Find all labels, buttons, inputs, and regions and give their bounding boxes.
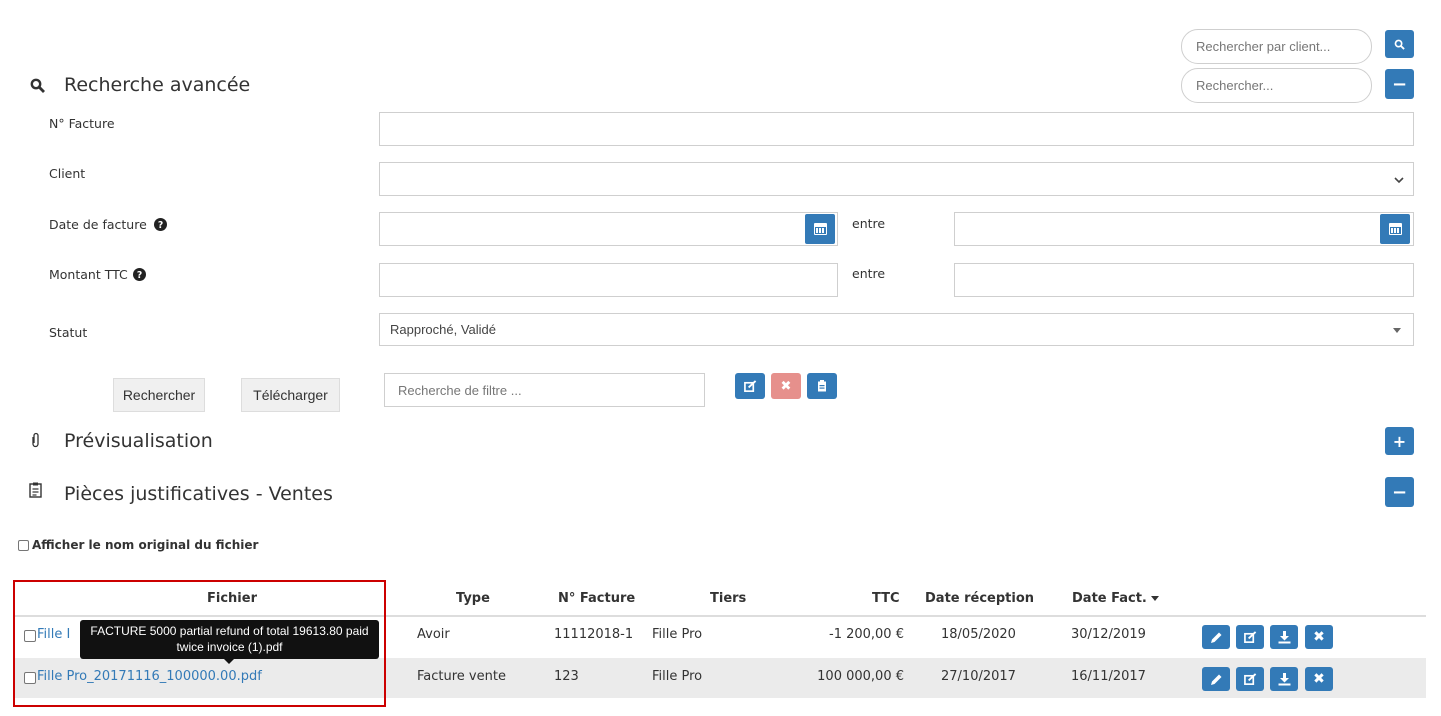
edit-icon (1243, 630, 1256, 643)
edit-icon (1243, 672, 1256, 685)
cell-third-party: Fille Pro (652, 627, 703, 642)
download-row-button[interactable] (1270, 667, 1298, 691)
paperclip-icon (32, 432, 39, 448)
invoice-date-label-text: Date de facture (49, 217, 147, 232)
cell-invoice-number: 123 (554, 669, 579, 684)
cell-invoice-number: 11112018-1 (554, 627, 634, 642)
calendar-from-button[interactable] (805, 214, 835, 244)
svg-text:?: ? (158, 220, 163, 231)
cell-type: Facture vente (417, 669, 506, 684)
client-select[interactable] (379, 162, 1414, 196)
minus-icon: − (1391, 73, 1408, 95)
invoice-date-from-input[interactable] (379, 212, 838, 246)
client-label: Client (49, 166, 86, 181)
calendar-to-button[interactable] (1380, 214, 1410, 244)
col-ttc[interactable]: TTC (872, 591, 900, 606)
collapse-top-button[interactable]: − (1385, 69, 1414, 99)
svg-text:?: ? (137, 270, 142, 281)
amount-from-input[interactable] (379, 263, 838, 297)
validate-row-button[interactable] (1236, 667, 1264, 691)
collapse-documents-button[interactable]: − (1385, 477, 1414, 507)
cell-third-party: Fille Pro (652, 669, 703, 684)
clipboard-icon (818, 380, 826, 392)
filter-search-input[interactable]: Recherche de filtre ... (384, 373, 705, 407)
documents-title: Pièces justificatives - Ventes (64, 483, 333, 505)
between-label-date: entre (852, 216, 886, 231)
client-search-placeholder: Rechercher par client... (1196, 39, 1331, 54)
col-type[interactable]: Type (456, 591, 490, 606)
between-label-amount: entre (852, 266, 886, 281)
amount-label: Montant TTC ? (49, 267, 146, 282)
download-icon (1278, 630, 1290, 643)
client-search-input[interactable]: Rechercher par client... (1181, 29, 1372, 64)
chevron-down-icon (1394, 177, 1404, 184)
close-icon: ✖ (1313, 671, 1325, 687)
calendar-icon (1388, 223, 1402, 235)
help-icon: ? (132, 268, 146, 281)
delete-row-button[interactable]: ✖ (1305, 625, 1333, 649)
search-submit-button[interactable]: Rechercher (113, 378, 205, 412)
edit-icon (743, 379, 756, 392)
search-icon (30, 78, 45, 93)
show-original-filename-label: Afficher le nom original du fichier (32, 538, 259, 552)
col-invoice-date[interactable]: Date Fact. (1072, 591, 1160, 606)
status-label: Statut (49, 325, 88, 340)
search-button[interactable] (1385, 30, 1414, 58)
col-invoice-date-label: Date Fact. (1072, 591, 1147, 606)
caret-down-icon (1393, 328, 1401, 333)
status-select[interactable]: Rapproché, Validé (379, 313, 1414, 346)
invoice-date-to-input[interactable] (954, 212, 1414, 246)
close-icon: ✖ (1313, 629, 1325, 645)
download-icon (1278, 672, 1290, 685)
cell-received-date: 18/05/2020 (941, 627, 1016, 642)
highlight-box (13, 580, 386, 707)
general-search-placeholder: Rechercher... (1196, 78, 1274, 93)
pencil-icon (1210, 632, 1221, 643)
pencil-icon (1210, 674, 1221, 685)
col-third-party[interactable]: Tiers (710, 591, 746, 606)
help-icon: ? (153, 218, 167, 231)
plus-icon: + (1392, 431, 1407, 451)
save-filter-button[interactable] (807, 373, 837, 399)
show-original-filename-option[interactable]: Afficher le nom original du fichier (18, 538, 258, 552)
edit-row-button[interactable] (1202, 667, 1230, 691)
cell-ttc: -1 200,00 € (829, 627, 904, 642)
invoice-date-label: Date de facture ? (49, 217, 167, 232)
minus-icon: − (1391, 481, 1408, 503)
cell-received-date: 27/10/2017 (941, 669, 1016, 684)
download-button[interactable]: Télécharger (241, 378, 340, 412)
cell-ttc: 100 000,00 € (817, 669, 904, 684)
cell-invoice-date: 16/11/2017 (1071, 669, 1146, 684)
calendar-icon (813, 223, 827, 235)
edit-filter-button[interactable] (735, 373, 765, 399)
clear-filter-button[interactable]: ✖ (771, 373, 801, 399)
status-value: Rapproché, Validé (390, 322, 496, 337)
invoice-number-label: N° Facture (49, 116, 115, 131)
show-original-filename-checkbox[interactable] (18, 539, 29, 551)
invoice-number-input[interactable] (379, 112, 1414, 146)
delete-row-button[interactable]: ✖ (1305, 667, 1333, 691)
clipboard-icon (29, 482, 42, 498)
general-search-input[interactable]: Rechercher... (1181, 68, 1372, 103)
advanced-search-title: Recherche avancée (64, 74, 251, 96)
validate-row-button[interactable] (1236, 625, 1264, 649)
preview-title: Prévisualisation (64, 430, 213, 452)
cell-type: Avoir (417, 627, 450, 642)
download-row-button[interactable] (1270, 625, 1298, 649)
cell-invoice-date: 30/12/2019 (1071, 627, 1146, 642)
edit-row-button[interactable] (1202, 625, 1230, 649)
col-received-date[interactable]: Date réception (925, 591, 1034, 606)
col-invoice-number[interactable]: N° Facture (558, 591, 635, 606)
expand-preview-button[interactable]: + (1385, 427, 1414, 455)
close-icon: ✖ (780, 378, 792, 394)
amount-to-input[interactable] (954, 263, 1414, 297)
filter-search-placeholder: Recherche de filtre ... (398, 382, 522, 398)
amount-label-text: Montant TTC (49, 267, 128, 282)
search-icon (1394, 39, 1405, 50)
sort-desc-icon (1151, 596, 1160, 601)
